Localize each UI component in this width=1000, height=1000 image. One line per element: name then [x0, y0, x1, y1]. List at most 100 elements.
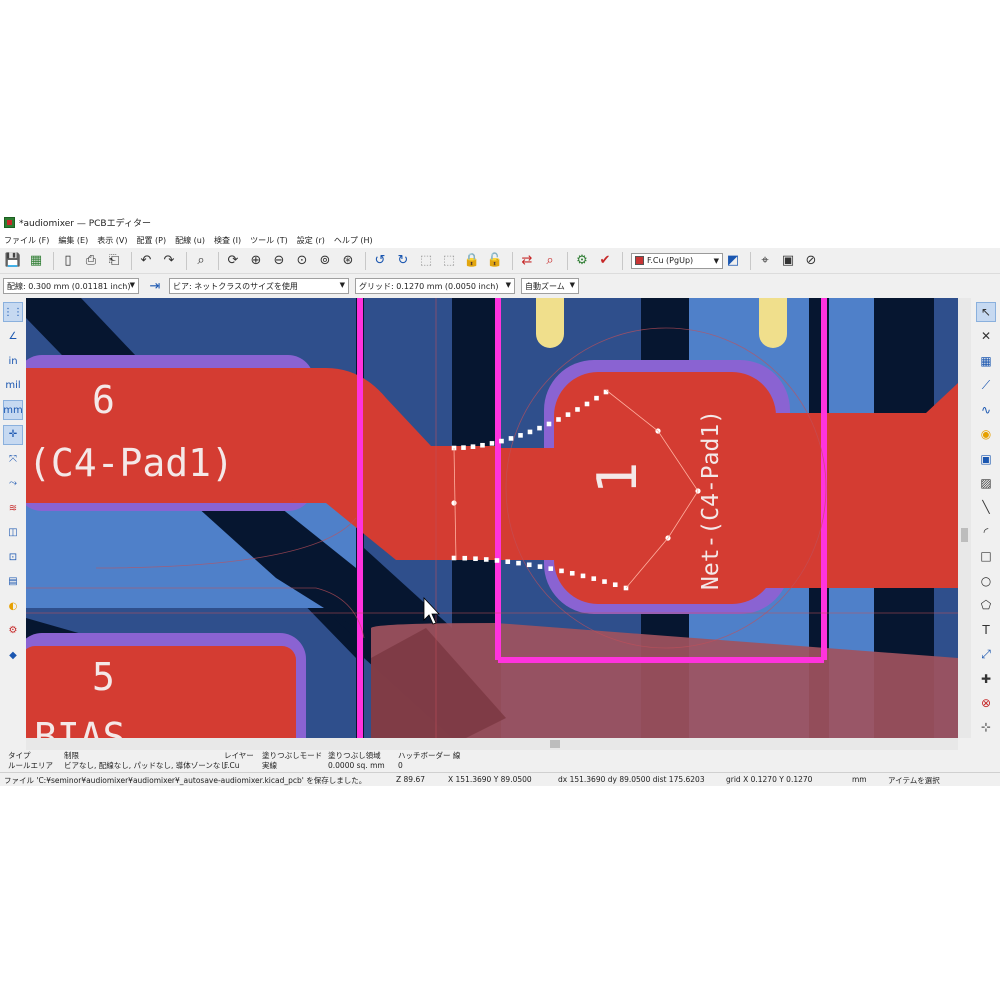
add-dimension-icon[interactable]: ⤢	[976, 644, 996, 664]
pad-oval[interactable]	[536, 298, 564, 348]
page-settings-icon[interactable]: ▯	[58, 251, 78, 271]
curved-ratsnest-icon[interactable]: ⤳	[3, 474, 23, 494]
zone-edit-handle[interactable]	[565, 412, 571, 417]
zone-edit-handle[interactable]	[537, 564, 543, 569]
zone-display-icon[interactable]: ≋	[3, 498, 23, 518]
unlock-icon[interactable]: 🔓	[485, 251, 505, 271]
route-track-icon[interactable]: ⟋	[976, 375, 996, 395]
refresh-icon[interactable]: ⟳	[223, 251, 243, 271]
menu-preferences[interactable]: 設定 (r)	[297, 235, 325, 246]
zone-edit-handle[interactable]	[516, 560, 521, 566]
zoom-out-icon[interactable]: ⊖	[269, 251, 289, 271]
zone-edit-handle[interactable]	[594, 395, 599, 401]
zone-edit-handle[interactable]	[527, 429, 533, 435]
auto-track-width-icon[interactable]: ⇥	[145, 276, 165, 296]
units-mm-icon[interactable]: mm	[3, 400, 23, 420]
copper-track-right[interactable]	[766, 383, 958, 588]
zone-edit-handle[interactable]	[584, 401, 590, 407]
rotate-ccw-icon[interactable]: ↺	[370, 251, 390, 271]
print-icon[interactable]: ⎙	[81, 251, 101, 271]
zone-edit-handle[interactable]	[499, 438, 504, 444]
zone-edit-handle[interactable]	[480, 442, 485, 448]
ratsnest-icon[interactable]: ⤧	[3, 449, 23, 469]
set-origin-icon[interactable]: ✚	[976, 669, 996, 689]
scripting-icon[interactable]: ⚙	[572, 251, 592, 271]
scroll-thumb[interactable]	[961, 528, 968, 542]
group-icon[interactable]: ⬚	[416, 251, 436, 271]
zone-edit-handle[interactable]	[548, 566, 554, 571]
grid-origin-icon[interactable]: ⊹	[976, 717, 996, 737]
board-setup-icon[interactable]: ▦	[26, 251, 46, 271]
add-zone-icon[interactable]: ▣	[976, 449, 996, 469]
interactive-router-icon[interactable]: ⊘	[801, 251, 821, 271]
menu-help[interactable]: ヘルプ (H)	[334, 235, 373, 246]
grid-select[interactable]: グリッド: 0.1270 mm (0.0050 inch) ▼	[355, 278, 515, 294]
zone-edit-handle[interactable]	[612, 582, 618, 588]
polar-coords-icon[interactable]: ∠	[3, 327, 23, 347]
track-display-icon[interactable]: ▤	[3, 572, 23, 592]
menu-place[interactable]: 配置 (P)	[137, 235, 167, 246]
undo-icon[interactable]: ↶	[136, 251, 156, 271]
lock-icon[interactable]: 🔒	[462, 251, 482, 271]
zone-edit-handle[interactable]	[462, 555, 468, 561]
zone-midpoint-handle[interactable]	[451, 500, 457, 506]
zone-edit-handle[interactable]	[537, 425, 542, 431]
pcb-canvas[interactable]: 6 (C4-Pad1) 5 BIAS 1 Net-(C4-Pad1)	[26, 298, 958, 738]
menu-inspect[interactable]: 検査 (I)	[214, 235, 241, 246]
layers-manager-icon[interactable]: ◆	[3, 645, 23, 665]
draw-circle-icon[interactable]: ○	[976, 571, 996, 591]
units-mil-icon[interactable]: mil	[3, 376, 23, 396]
zoom-selection-icon[interactable]: ⊛	[338, 251, 358, 271]
via-display-icon[interactable]: ⊡	[3, 547, 23, 567]
zone-edit-handle[interactable]	[591, 576, 597, 581]
cursor-shape-icon[interactable]: ✛	[3, 424, 23, 445]
plot-icon[interactable]: ⎗	[104, 251, 124, 271]
zoom-in-icon[interactable]: ⊕	[246, 251, 266, 271]
draw-arc-icon[interactable]: ◜	[976, 522, 996, 542]
zone-edit-handle[interactable]	[505, 559, 511, 564]
inspect-icon[interactable]: ⌕	[540, 251, 560, 271]
tune-length-icon[interactable]: ∿	[976, 400, 996, 420]
copper-neck[interactable]	[451, 448, 586, 560]
delete-tool-icon[interactable]: ⊗	[976, 693, 996, 713]
update-pcb-icon[interactable]: ⇄	[517, 251, 537, 271]
zoom-objects-icon[interactable]: ⊚	[315, 251, 335, 271]
select-icon[interactable]: ↖	[976, 302, 996, 322]
zone-edit-handle[interactable]	[559, 568, 564, 574]
save-icon[interactable]: 💾	[3, 251, 23, 271]
layer-pair-icon[interactable]: ◩	[723, 251, 743, 271]
menu-edit[interactable]: 編集 (E)	[58, 235, 88, 246]
add-footprint-icon[interactable]: ▦	[976, 351, 996, 371]
zoom-fit-icon[interactable]: ⊙	[292, 251, 312, 271]
via-size-select[interactable]: ビア: ネットクラスのサイズを使用 ▼	[169, 278, 349, 294]
draw-rectangle-icon[interactable]: □	[976, 546, 996, 566]
rule-area-icon[interactable]: ▨	[976, 473, 996, 493]
zone-edit-handle[interactable]	[489, 441, 495, 446]
zone-edit-handle[interactable]	[508, 436, 514, 441]
menu-route[interactable]: 配線 (u)	[175, 235, 205, 246]
zone-edit-handle[interactable]	[461, 445, 466, 450]
rotate-cw-icon[interactable]: ↻	[393, 251, 413, 271]
menu-file[interactable]: ファイル (F)	[4, 235, 49, 246]
high-contrast-icon[interactable]: ◐	[3, 596, 23, 616]
local-ratsnest-icon[interactable]: ✕	[976, 326, 996, 346]
find-icon[interactable]: ⌕	[191, 251, 211, 271]
scroll-thumb[interactable]	[550, 740, 560, 748]
zone-edit-handle[interactable]	[546, 421, 552, 427]
horizontal-scrollbar[interactable]	[26, 738, 958, 750]
zone-edit-handle[interactable]	[494, 558, 500, 563]
vertical-scrollbar[interactable]	[958, 298, 971, 738]
zone-edit-handle[interactable]	[602, 579, 607, 584]
pad-oval[interactable]	[759, 298, 787, 348]
track-width-select[interactable]: 配線: 0.300 mm (0.01181 inch) ▼	[3, 278, 139, 294]
zone-edit-handle[interactable]	[483, 557, 489, 562]
menu-view[interactable]: 表示 (V)	[97, 235, 127, 246]
units-inch-icon[interactable]: in	[3, 351, 23, 371]
zone-edit-handle[interactable]	[473, 556, 478, 562]
draw-line-icon[interactable]: ╲	[976, 498, 996, 518]
add-text-icon[interactable]: T	[976, 620, 996, 640]
python-console-icon[interactable]: ⌖	[755, 251, 775, 271]
zone-edit-handle[interactable]	[470, 444, 476, 449]
ungroup-icon[interactable]: ⬚	[439, 251, 459, 271]
pcb-drawing[interactable]: 6 (C4-Pad1) 5 BIAS 1 Net-(C4-Pad1)	[26, 298, 958, 738]
